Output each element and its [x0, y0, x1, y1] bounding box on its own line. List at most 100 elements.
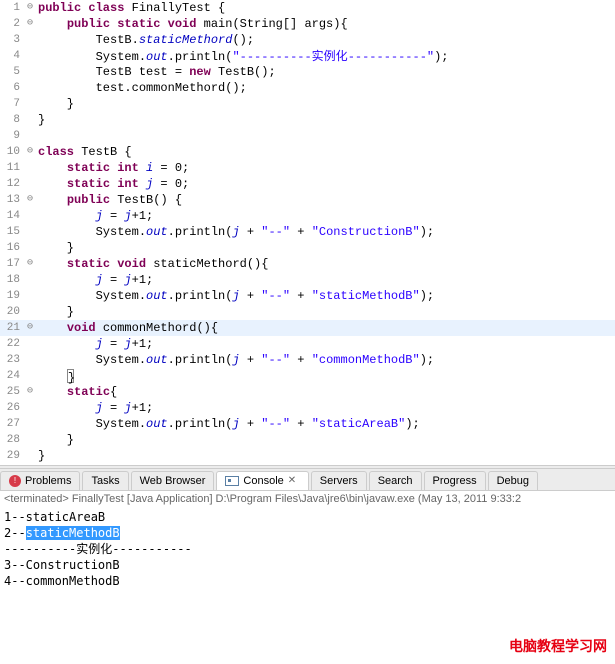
code-content[interactable]: static void staticMethord(){	[36, 256, 615, 272]
code-content[interactable]: }	[36, 432, 615, 448]
line-number: 14	[0, 208, 24, 224]
code-content[interactable]: public TestB() {	[36, 192, 615, 208]
code-line[interactable]: 4 System.out.println("----------实例化-----…	[0, 48, 615, 64]
tab-tasks[interactable]: Tasks	[82, 471, 128, 490]
code-line[interactable]: 14 j = j+1;	[0, 208, 615, 224]
fold-toggle	[24, 112, 36, 128]
code-content[interactable]: public static void main(String[] args){	[36, 16, 615, 32]
code-content[interactable]: }	[36, 368, 615, 384]
fold-toggle	[24, 352, 36, 368]
fold-toggle	[24, 48, 36, 64]
code-line[interactable]: 23 System.out.println(j + "--" + "common…	[0, 352, 615, 368]
line-number: 25	[0, 384, 24, 400]
fold-toggle[interactable]: ⊖	[24, 0, 36, 16]
code-line[interactable]: 2⊖ public static void main(String[] args…	[0, 16, 615, 32]
code-line[interactable]: 17⊖ static void staticMethord(){	[0, 256, 615, 272]
code-content[interactable]: class TestB {	[36, 144, 615, 160]
tab-console[interactable]: Console✕	[216, 471, 308, 490]
code-line[interactable]: 1⊖public class FinallyTest {	[0, 0, 615, 16]
console-line[interactable]: 3--ConstructionB	[4, 557, 611, 573]
line-number: 19	[0, 288, 24, 304]
watermark: 电脑教程学习网	[509, 636, 607, 656]
close-icon[interactable]: ✕	[288, 475, 300, 487]
code-content[interactable]: System.out.println(j + "--" + "Construct…	[36, 224, 615, 240]
tab-webbrowser[interactable]: Web Browser	[131, 471, 215, 490]
code-line[interactable]: 13⊖ public TestB() {	[0, 192, 615, 208]
fold-toggle[interactable]: ⊖	[24, 16, 36, 32]
code-content[interactable]: }	[36, 96, 615, 112]
code-line[interactable]: 12 static int j = 0;	[0, 176, 615, 192]
code-line[interactable]: 29}	[0, 448, 615, 464]
code-line[interactable]: 16 }	[0, 240, 615, 256]
code-line[interactable]: 5 TestB test = new TestB();	[0, 64, 615, 80]
code-content[interactable]: static int j = 0;	[36, 176, 615, 192]
code-line[interactable]: 27 System.out.println(j + "--" + "static…	[0, 416, 615, 432]
code-line[interactable]: 7 }	[0, 96, 615, 112]
code-content[interactable]: TestB test = new TestB();	[36, 64, 615, 80]
code-content[interactable]: }	[36, 112, 615, 128]
fold-toggle	[24, 368, 36, 384]
code-content[interactable]: System.out.println(j + "--" + "commonMet…	[36, 352, 615, 368]
code-content[interactable]: }	[36, 304, 615, 320]
code-line[interactable]: 6 test.commonMethord();	[0, 80, 615, 96]
code-line[interactable]: 15 System.out.println(j + "--" + "Constr…	[0, 224, 615, 240]
code-content[interactable]	[36, 128, 615, 144]
console-line[interactable]: ----------实例化-----------	[4, 541, 611, 557]
code-content[interactable]: static int i = 0;	[36, 160, 615, 176]
code-content[interactable]: }	[36, 240, 615, 256]
tab-progress[interactable]: Progress	[424, 471, 486, 490]
code-content[interactable]: TestB.staticMethord();	[36, 32, 615, 48]
console-line[interactable]: 1--staticAreaB	[4, 509, 611, 525]
code-line[interactable]: 28 }	[0, 432, 615, 448]
console-output[interactable]: 1--staticAreaB2--staticMethodB----------…	[0, 507, 615, 591]
code-line[interactable]: 9	[0, 128, 615, 144]
code-line[interactable]: 25⊖ static{	[0, 384, 615, 400]
fold-toggle	[24, 32, 36, 48]
code-content[interactable]: static{	[36, 384, 615, 400]
code-content[interactable]: j = j+1;	[36, 208, 615, 224]
fold-toggle	[24, 224, 36, 240]
code-content[interactable]: j = j+1;	[36, 272, 615, 288]
code-line[interactable]: 22 j = j+1;	[0, 336, 615, 352]
fold-toggle	[24, 272, 36, 288]
code-content[interactable]: test.commonMethord();	[36, 80, 615, 96]
code-content[interactable]: System.out.println(j + "--" + "staticMet…	[36, 288, 615, 304]
line-number: 6	[0, 80, 24, 96]
tab-debug[interactable]: Debug	[488, 471, 538, 490]
fold-toggle[interactable]: ⊖	[24, 384, 36, 400]
fold-toggle[interactable]: ⊖	[24, 192, 36, 208]
code-line[interactable]: 11 static int i = 0;	[0, 160, 615, 176]
console-header: <terminated> FinallyTest [Java Applicati…	[0, 491, 615, 507]
line-number: 4	[0, 48, 24, 64]
line-number: 11	[0, 160, 24, 176]
code-line[interactable]: 26 j = j+1;	[0, 400, 615, 416]
code-line[interactable]: 10⊖class TestB {	[0, 144, 615, 160]
code-line[interactable]: 18 j = j+1;	[0, 272, 615, 288]
code-line[interactable]: 3 TestB.staticMethord();	[0, 32, 615, 48]
code-content[interactable]: j = j+1;	[36, 336, 615, 352]
console-line[interactable]: 2--staticMethodB	[4, 525, 611, 541]
fold-toggle[interactable]: ⊖	[24, 256, 36, 272]
tab-problems[interactable]: !Problems	[0, 471, 80, 490]
code-line[interactable]: 21⊖ void commonMethord(){	[0, 320, 615, 336]
line-number: 22	[0, 336, 24, 352]
tab-search[interactable]: Search	[369, 471, 422, 490]
code-line[interactable]: 8}	[0, 112, 615, 128]
code-editor[interactable]: 1⊖public class FinallyTest {2⊖ public st…	[0, 0, 615, 465]
code-content[interactable]: System.out.println(j + "--" + "staticAre…	[36, 416, 615, 432]
code-line[interactable]: 19 System.out.println(j + "--" + "static…	[0, 288, 615, 304]
code-content[interactable]: void commonMethord(){	[36, 320, 615, 336]
fold-toggle[interactable]: ⊖	[24, 144, 36, 160]
tab-servers[interactable]: Servers	[311, 471, 367, 490]
code-content[interactable]: System.out.println("----------实例化-------…	[36, 48, 615, 64]
code-content[interactable]: }	[36, 448, 615, 464]
code-content[interactable]: public class FinallyTest {	[36, 0, 615, 16]
code-content[interactable]: j = j+1;	[36, 400, 615, 416]
code-line[interactable]: 20 }	[0, 304, 615, 320]
code-line[interactable]: 24 }	[0, 368, 615, 384]
fold-toggle	[24, 176, 36, 192]
fold-toggle	[24, 448, 36, 464]
console-line[interactable]: 4--commonMethodB	[4, 573, 611, 589]
fold-toggle[interactable]: ⊖	[24, 320, 36, 336]
line-number: 18	[0, 272, 24, 288]
